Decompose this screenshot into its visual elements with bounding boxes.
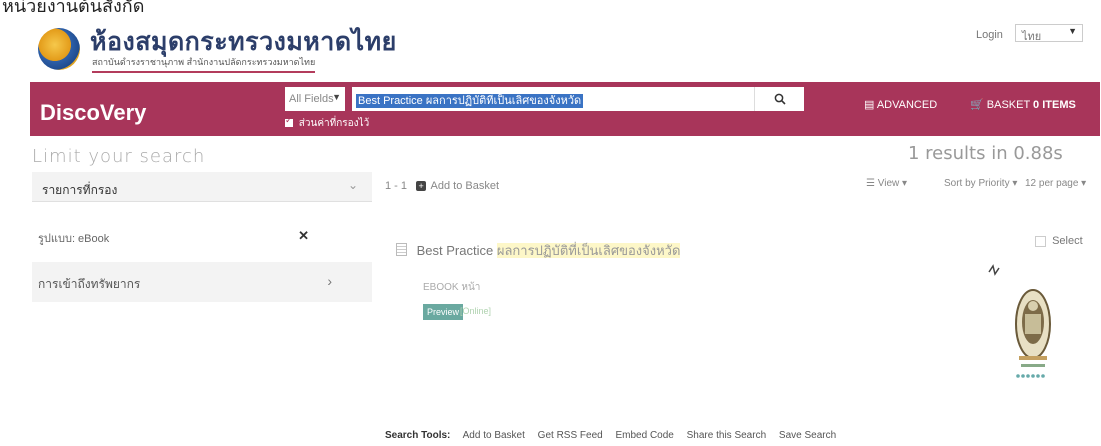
book-cover-thumbnail[interactable] [975,262,1055,392]
top-strip-text: หน่วยงานต้นสังกัด [2,0,145,14]
preview-button[interactable]: Preview [423,304,464,320]
result-title-prefix: Best Practice [416,243,494,258]
per-page-dropdown[interactable]: 12 per page ▾ [1025,178,1086,189]
keep-filters-label: ส่วนค่าที่กรองไว้ [298,118,370,129]
tool-rss-feed[interactable]: Get RSS Feed [538,430,603,441]
basket-link[interactable]: 🛒 BASKET 0 ITEMS [970,98,1076,111]
tool-save-search[interactable]: Save Search [779,430,836,441]
search-field-value: All Fields [289,93,334,105]
site-subtitle: สถาบันดำรงราชานุภาพ สำนักงานปลัดกระทรวงม… [92,55,316,73]
result-meta: EBOOK หน้า [423,280,480,295]
search-query: Best Practice ผลการปฏิบัติที่เป็นเลิศของ… [356,94,584,108]
result-title-rest: ผลการปฏิบัติที่เป็นเลิศของจังหวัด [496,243,681,258]
keep-filters-checkbox[interactable]: ส่วนค่าที่กรองไว้ [285,115,370,131]
chevron-down-icon: ⌄ [347,178,358,192]
tool-share-search[interactable]: Share this Search [687,430,767,441]
view-label: View [877,178,900,189]
results-summary: 1 results in 0.88s [908,143,1063,164]
caret-down-icon: ▾ [902,178,908,189]
facet-active-filters-header[interactable]: รายการที่กรอง ⌄ [32,172,372,202]
facet-header-label: รายการที่กรอง [42,183,118,197]
search-icon [774,93,786,105]
online-link[interactable]: [Online] [460,306,491,316]
caret-down-icon: ▾ [1012,178,1018,189]
top-strip: หน่วยงานต้นสังกัด [0,0,1101,14]
active-filter-label: รูปแบบ: eBook [38,233,110,245]
sort-label: Sort by Priority [944,178,1010,189]
advanced-icon: ▤ [864,99,877,111]
checkbox-icon [1035,235,1046,247]
basket-count: 0 ITEMS [1033,99,1076,111]
document-icon [396,243,407,256]
chevron-down-icon: ▼ [332,92,341,102]
result-title-link[interactable]: Best Practice ผลการปฏิบัติที่เป็นเลิศของ… [396,240,681,261]
per-page-label: 12 per page [1025,178,1079,189]
checkbox-icon [285,115,293,128]
search-bar: DiscoVery All Fields ▼ Best Practice ผลก… [30,82,1100,136]
caret-down-icon: ▾ [1081,178,1087,189]
remove-filter-icon[interactable]: ✕ [298,228,309,244]
add-icon[interactable]: + [416,181,427,192]
advanced-search-link[interactable]: ▤ ADVANCED [864,98,937,111]
facet-access-label: การเข้าถึงทรัพยากร [38,277,141,291]
language-value: ไทย [1022,31,1042,43]
sidebar-heading: Limit your search [32,146,206,167]
language-select[interactable]: ไทย ▼ [1015,24,1083,43]
results-range: 1 - 1 + Add to Basket [385,180,499,192]
search-field-select[interactable]: All Fields ▼ [285,87,345,111]
tool-embed-code[interactable]: Embed Code [615,430,673,441]
search-input[interactable]: Best Practice ผลการปฏิบัติที่เป็นเลิศของ… [352,87,754,111]
brand-logo[interactable]: DiscoVery [40,100,146,126]
result-pages: หน้า [461,282,481,293]
select-checkbox[interactable]: Select [1035,235,1083,247]
select-label: Select [1052,235,1083,247]
result-format: EBOOK [423,282,459,293]
facet-access[interactable]: การเข้าถึงทรัพยากร › [32,262,372,302]
basket-icon: 🛒 [970,99,987,111]
view-dropdown[interactable]: ☰ View ▾ [866,178,907,189]
tool-add-to-basket[interactable]: Add to Basket [463,430,525,441]
chevron-right-icon: › [327,273,332,289]
add-to-basket-link[interactable]: Add to Basket [431,180,500,192]
login-link[interactable]: Login [976,29,1003,41]
site-header: ห้องสมุดกระทรวงมหาดไทย สถาบันดำรงราชานุภ… [30,20,1100,78]
advanced-label: ADVANCED [876,99,938,111]
search-tools: Search Tools: Add to Basket Get RSS Feed… [385,430,846,441]
range-label: 1 - 1 [385,180,408,192]
library-logo[interactable] [38,28,80,70]
search-button[interactable] [754,87,804,111]
list-icon: ☰ [866,178,878,189]
chevron-down-icon: ▼ [1068,26,1077,36]
search-tools-label: Search Tools: [385,430,451,441]
sort-dropdown[interactable]: Sort by Priority ▾ [944,178,1017,189]
basket-label: BASKET [986,99,1030,111]
active-filter-item: รูปแบบ: eBook ✕ [32,225,372,251]
